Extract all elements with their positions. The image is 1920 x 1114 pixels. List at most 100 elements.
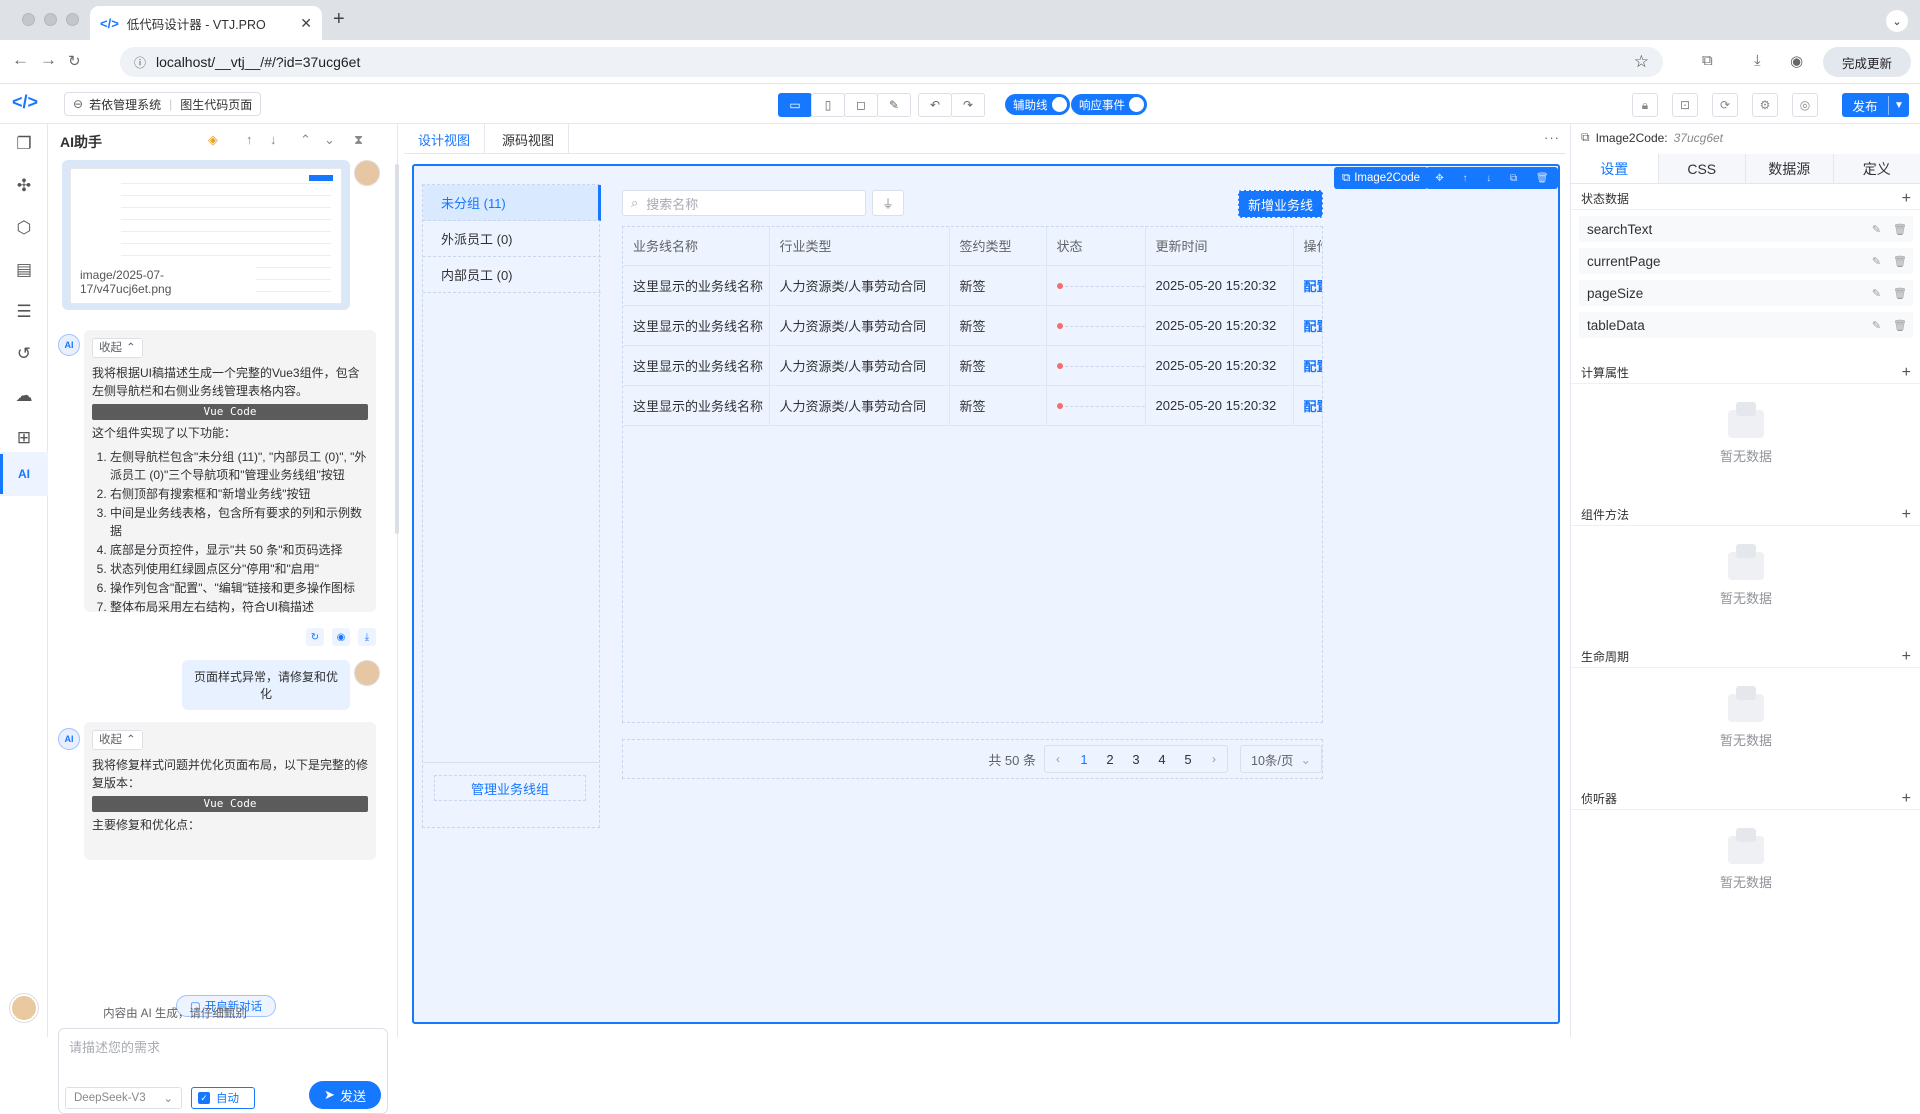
tab-datasource[interactable]: 数据源 — [1746, 154, 1834, 183]
arrow-up-icon[interactable]: ↑ — [246, 132, 253, 147]
page-number[interactable]: 5 — [1175, 752, 1201, 767]
undo-icon[interactable]: ↶ — [918, 93, 952, 117]
browser-tab[interactable]: </> 低代码设计器 - VTJ.PRO ✕ — [90, 6, 322, 40]
nav-item-ungrouped[interactable]: 未分组 (11) — [423, 185, 601, 221]
delete-icon[interactable]: 🗑︎ — [1893, 287, 1907, 300]
filter-icon[interactable]: ⏚ — [872, 190, 904, 216]
new-tab-icon[interactable]: + — [333, 8, 345, 31]
collapse-label[interactable]: 收起 — [99, 339, 122, 357]
page-size-value[interactable]: 10条/页 — [1251, 750, 1293, 769]
edit-icon[interactable]: ✎ — [1872, 287, 1881, 300]
site-info-icon[interactable]: ⓘ — [134, 54, 146, 71]
publish-button[interactable]: 发布 ▼ — [1842, 93, 1909, 117]
auto-checkbox[interactable]: ✓自动 — [191, 1087, 255, 1109]
maximize-window-icon[interactable] — [66, 13, 79, 26]
state-item[interactable]: searchText✎🗑︎ — [1579, 216, 1913, 242]
model-select[interactable]: DeepSeek-V3⌄ — [65, 1087, 182, 1109]
guides-toggle[interactable]: 辅助线 — [1005, 94, 1070, 115]
visibility-icon[interactable]: ◈ — [208, 132, 218, 148]
state-item[interactable]: currentPage✎🗑︎ — [1579, 248, 1913, 274]
publish-label[interactable]: 发布 — [1842, 96, 1889, 115]
close-tab-icon[interactable]: ✕ — [300, 15, 312, 32]
lock-icon[interactable]: 🔒︎ — [1632, 93, 1658, 117]
nav-item-outsourced[interactable]: 外派员工 (0) — [423, 221, 601, 257]
ai-prompt-box[interactable]: 请描述您的需求 DeepSeek-V3⌄ ✓自动 ➤发送 — [58, 1028, 388, 1114]
apply-download-icon[interactable]: ⤓ — [358, 628, 376, 646]
collapse-label[interactable]: 收起 — [99, 731, 122, 749]
page-number[interactable]: 3 — [1123, 752, 1149, 767]
tablet-view-icon[interactable]: ◻ — [844, 93, 878, 117]
add-icon[interactable]: + — [1902, 364, 1911, 382]
publish-dropdown-icon[interactable]: ▼ — [1889, 100, 1909, 111]
ai-assistant-icon[interactable]: AI — [12, 462, 36, 486]
arrow-down-icon[interactable]: ↓ — [270, 132, 277, 147]
reload-icon[interactable]: ↻ — [68, 52, 81, 70]
tab-definition[interactable]: 定义 — [1834, 154, 1920, 183]
tab-css[interactable]: CSS — [1659, 154, 1747, 183]
add-icon[interactable]: + — [1902, 790, 1911, 808]
breadcrumb[interactable]: ⊖ 若依管理系统 | 图生代码页面 — [64, 92, 261, 116]
back-icon[interactable]: ← — [12, 50, 29, 70]
events-toggle[interactable]: 响应事件 — [1071, 94, 1147, 115]
history-panel-icon[interactable]: ⧗ — [354, 132, 363, 148]
nav-item-internal[interactable]: 内部员工 (0) — [423, 257, 601, 293]
update-button[interactable]: 完成更新 — [1823, 47, 1911, 77]
breadcrumb-project[interactable]: 若依管理系统 — [89, 96, 161, 113]
bookmark-star-icon[interactable]: ☆ — [1634, 52, 1649, 72]
collapse-button[interactable]: 收起⌃ — [92, 338, 143, 358]
chat-scrollbar[interactable] — [395, 164, 399, 534]
delete-icon[interactable]: 🗑︎ — [1893, 223, 1907, 236]
api-cloud-icon[interactable]: ☁ — [12, 384, 36, 408]
refresh-icon[interactable]: ⟳ — [1712, 93, 1738, 117]
config-link[interactable]: 配置 — [1304, 399, 1324, 414]
blocks-cube-icon[interactable]: ⬡ — [12, 216, 36, 240]
url-text[interactable]: localhost/__vtj__/#/?id=37ucg6et — [156, 54, 1634, 70]
copy-icon[interactable]: ⧉ — [1510, 173, 1517, 184]
component-badge-label[interactable]: Image2Code — [1354, 172, 1420, 184]
manage-groups-button[interactable]: 管理业务线组 — [434, 775, 586, 801]
dependencies-grid-icon[interactable]: ⊞ — [12, 426, 36, 450]
delete-icon[interactable]: 🗑︎ — [1536, 173, 1549, 184]
components-puzzle-icon[interactable]: ✣ — [12, 174, 36, 198]
state-item[interactable]: pageSize✎🗑︎ — [1579, 280, 1913, 306]
design-canvas[interactable]: ⧉Image2Code ✥ ↑ ↓ ⧉ 🗑︎ 未分组 (11) 外派员工 (0)… — [412, 164, 1560, 1024]
edit-icon[interactable]: ✎ — [1872, 223, 1881, 236]
next-page-icon[interactable]: › — [1201, 752, 1227, 766]
chat-messages[interactable]: image/2025-07-17/v47ucj6et.png AI 收起⌃ 我将… — [48, 156, 388, 974]
preview-eye-icon[interactable]: ◉ — [332, 628, 350, 646]
redo-icon[interactable]: ↷ — [951, 93, 985, 117]
move-icon[interactable]: ✥ — [1435, 173, 1443, 184]
delete-icon[interactable]: 🗑︎ — [1893, 319, 1907, 332]
add-icon[interactable]: + — [1902, 506, 1911, 524]
tab-search-icon[interactable]: ⌄ — [1886, 10, 1908, 32]
mobile-view-icon[interactable]: ▯ — [811, 93, 845, 117]
tab-settings[interactable]: 设置 — [1571, 154, 1659, 183]
close-window-icon[interactable] — [22, 13, 35, 26]
prev-page-icon[interactable]: ‹ — [1045, 752, 1071, 766]
collapse-button[interactable]: 收起⌃ — [92, 730, 143, 750]
search-input[interactable]: ⌕搜索名称 — [622, 190, 866, 216]
vue-code-block[interactable]: Vue Code — [92, 404, 368, 420]
send-button[interactable]: ➤发送 — [309, 1081, 381, 1109]
image-message[interactable]: image/2025-07-17/v47ucj6et.png — [62, 160, 350, 310]
edit-icon[interactable]: ✎ — [1872, 255, 1881, 268]
state-item[interactable]: tableData✎🗑︎ — [1579, 312, 1913, 338]
vtj-logo-icon[interactable]: </> — [12, 92, 38, 113]
add-business-line-button[interactable]: 新增业务线 — [1238, 190, 1323, 218]
pages-icon[interactable]: ❐ — [12, 132, 36, 156]
config-link[interactable]: 配置 — [1304, 359, 1324, 374]
component-badge[interactable]: ⧉Image2Code — [1334, 167, 1428, 189]
forward-icon[interactable]: → — [40, 50, 57, 70]
chevron-up-icon[interactable]: ⌃ — [300, 132, 311, 148]
auto-label[interactable]: 自动 — [216, 1090, 239, 1106]
move-up-icon[interactable]: ↑ — [1463, 173, 1468, 184]
config-link[interactable]: 配置 — [1304, 319, 1324, 334]
move-down-icon[interactable]: ↓ — [1486, 173, 1491, 184]
tab-design-view[interactable]: 设计视图 — [404, 124, 485, 154]
breadcrumb-page[interactable]: 图生代码页面 — [180, 96, 252, 113]
window-controls[interactable] — [22, 13, 79, 26]
page-size-select[interactable]: 10条/页⌄ — [1240, 745, 1322, 773]
ai-preview-icon[interactable]: ◎ — [1792, 93, 1818, 117]
screenshot-icon[interactable]: ⊡ — [1672, 93, 1698, 117]
more-options-icon[interactable]: ··· — [1544, 130, 1560, 145]
